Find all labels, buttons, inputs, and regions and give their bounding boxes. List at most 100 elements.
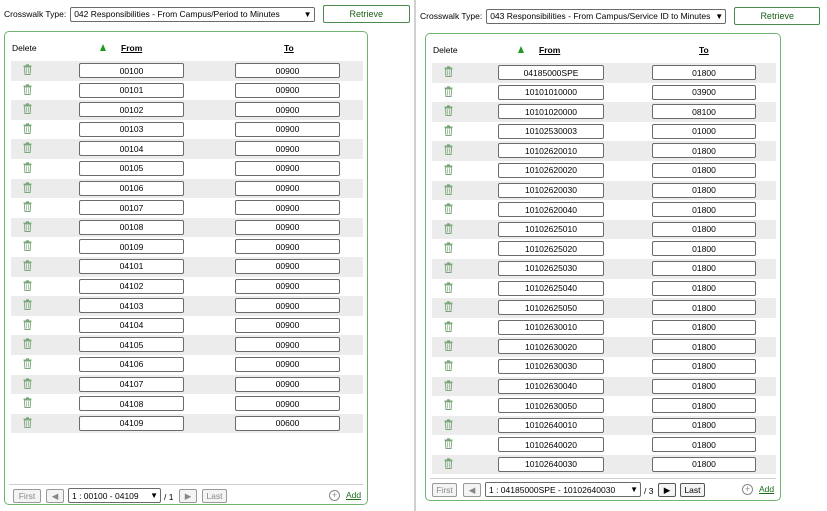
to-input[interactable]: 08100 <box>652 104 756 120</box>
trash-icon[interactable] <box>444 340 453 352</box>
to-input[interactable]: 01800 <box>652 319 756 335</box>
page-select[interactable]: 1 : 04185000SPE - 10102640030 ▼ <box>485 482 641 497</box>
page-select[interactable]: 1 : 00100 - 04109 ▼ <box>68 488 161 503</box>
to-input[interactable]: 00900 <box>235 258 340 274</box>
next-page-button[interactable]: ▶ <box>658 483 676 497</box>
to-input[interactable]: 00900 <box>235 376 340 392</box>
trash-icon[interactable] <box>444 183 453 195</box>
to-input[interactable]: 01800 <box>652 456 756 472</box>
to-input[interactable]: 01800 <box>652 358 756 374</box>
last-page-button[interactable]: Last <box>202 489 227 503</box>
to-input[interactable]: 00900 <box>235 141 340 157</box>
to-input[interactable]: 01000 <box>652 123 756 139</box>
trash-icon[interactable] <box>444 223 453 234</box>
sort-ascending-icon[interactable] <box>100 44 106 51</box>
trash-icon[interactable] <box>444 438 453 450</box>
to-input[interactable]: 01800 <box>652 65 756 80</box>
last-page-button[interactable]: Last <box>680 483 705 497</box>
trash-icon[interactable] <box>23 397 32 409</box>
from-input[interactable]: 04109 <box>79 415 184 431</box>
trash-icon[interactable] <box>23 83 32 95</box>
trash-icon[interactable] <box>444 144 453 156</box>
trash-icon[interactable] <box>23 181 32 193</box>
to-input[interactable]: 00900 <box>235 102 340 118</box>
from-input[interactable]: 10102620020 <box>498 162 604 178</box>
trash-icon[interactable] <box>23 123 32 134</box>
from-input[interactable]: 00108 <box>79 219 184 235</box>
from-input[interactable]: 00100 <box>79 63 184 78</box>
to-input[interactable]: 01800 <box>652 417 756 433</box>
trash-icon[interactable] <box>444 203 453 215</box>
from-input[interactable]: 10102625010 <box>498 221 604 237</box>
add-link[interactable]: Add <box>346 490 361 500</box>
next-page-button[interactable]: ▶ <box>179 489 197 503</box>
from-input[interactable]: 04103 <box>79 298 184 314</box>
from-input[interactable]: 10102630050 <box>498 398 604 414</box>
trash-icon[interactable] <box>23 377 32 389</box>
to-input[interactable]: 01800 <box>652 398 756 414</box>
from-input[interactable]: 10102630020 <box>498 339 604 355</box>
to-input[interactable]: 01800 <box>652 260 756 276</box>
to-input[interactable]: 01800 <box>652 339 756 355</box>
to-input[interactable]: 00900 <box>235 82 340 98</box>
trash-icon[interactable] <box>444 458 453 469</box>
from-input[interactable]: 10102630010 <box>498 319 604 335</box>
to-input[interactable]: 00900 <box>235 200 340 216</box>
trash-icon[interactable] <box>23 416 32 428</box>
prev-page-button[interactable]: ◀ <box>463 483 481 497</box>
to-column-header[interactable]: To <box>284 43 294 53</box>
to-input[interactable]: 01800 <box>652 182 756 198</box>
add-link[interactable]: Add <box>759 484 774 494</box>
to-input[interactable]: 00900 <box>235 239 340 255</box>
to-input[interactable]: 01800 <box>652 241 756 257</box>
trash-icon[interactable] <box>444 125 453 136</box>
trash-icon[interactable] <box>23 240 32 252</box>
crosswalk-type-select[interactable]: 042 Responsibilities - From Campus/Perio… <box>70 6 315 22</box>
from-input[interactable]: 00104 <box>79 141 184 157</box>
from-input[interactable]: 00101 <box>79 82 184 98</box>
to-column-header[interactable]: To <box>699 45 709 55</box>
from-input[interactable]: 10102640030 <box>498 456 604 472</box>
from-column-header[interactable]: From <box>539 45 560 55</box>
to-input[interactable]: 00900 <box>235 160 340 176</box>
trash-icon[interactable] <box>23 319 32 330</box>
from-input[interactable]: 04106 <box>79 356 184 372</box>
retrieve-button[interactable]: Retrieve <box>322 5 410 23</box>
trash-icon[interactable] <box>444 242 453 254</box>
to-input[interactable]: 01800 <box>652 221 756 237</box>
trash-icon[interactable] <box>444 360 453 371</box>
to-input[interactable]: 01800 <box>652 162 756 178</box>
to-input[interactable]: 00900 <box>235 278 340 294</box>
from-input[interactable]: 10101020000 <box>498 104 604 120</box>
trash-icon[interactable] <box>23 201 32 213</box>
trash-icon[interactable] <box>444 164 453 175</box>
from-input[interactable]: 04108 <box>79 396 184 412</box>
retrieve-button[interactable]: Retrieve <box>734 7 821 25</box>
to-input[interactable]: 00900 <box>235 396 340 412</box>
add-circle-icon[interactable]: + <box>329 490 340 501</box>
first-page-button[interactable]: First <box>13 489 41 503</box>
from-input[interactable]: 00102 <box>79 102 184 118</box>
from-input[interactable]: 10102620010 <box>498 143 604 159</box>
from-input[interactable]: 10102625020 <box>498 241 604 257</box>
from-input[interactable]: 10102630030 <box>498 358 604 374</box>
from-input[interactable]: 00103 <box>79 121 184 137</box>
trash-icon[interactable] <box>444 321 453 332</box>
to-input[interactable]: 00900 <box>235 219 340 235</box>
from-input[interactable]: 10102620030 <box>498 182 604 198</box>
to-input[interactable]: 00900 <box>235 317 340 333</box>
from-input[interactable]: 04185000SPE <box>498 65 604 80</box>
from-input[interactable]: 10102640020 <box>498 437 604 453</box>
trash-icon[interactable] <box>23 162 32 173</box>
to-input[interactable]: 01800 <box>652 437 756 453</box>
to-input[interactable]: 00600 <box>235 415 340 431</box>
from-input[interactable]: 10102620040 <box>498 202 604 218</box>
trash-icon[interactable] <box>444 85 453 97</box>
to-input[interactable]: 03900 <box>652 84 756 100</box>
from-column-header[interactable]: From <box>121 43 142 53</box>
trash-icon[interactable] <box>444 105 453 117</box>
sort-ascending-icon[interactable] <box>518 46 524 53</box>
trash-icon[interactable] <box>444 262 453 273</box>
add-circle-icon[interactable]: + <box>742 484 753 495</box>
trash-icon[interactable] <box>444 399 453 411</box>
